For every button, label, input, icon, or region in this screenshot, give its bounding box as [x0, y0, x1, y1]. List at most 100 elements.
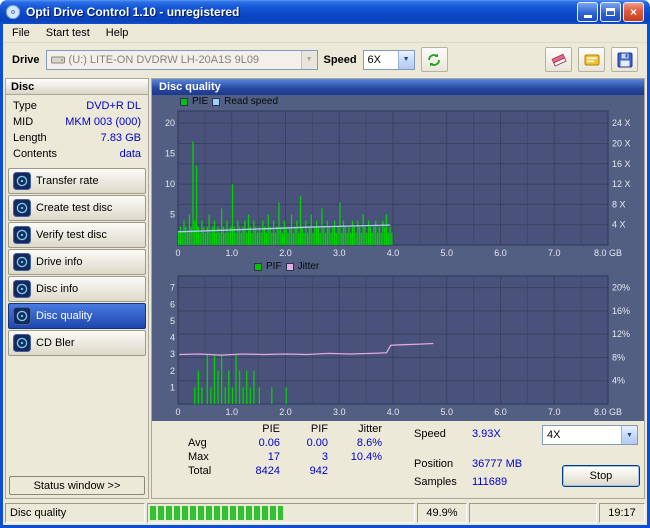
svg-text:6.0: 6.0	[494, 248, 507, 258]
app-icon	[5, 4, 21, 20]
drive-select-arrow-icon[interactable]: ▼	[300, 50, 317, 69]
progress-bar	[147, 503, 415, 523]
disc-quality-icon	[13, 307, 31, 325]
report-button[interactable]	[578, 47, 605, 72]
cd-bler-icon	[13, 334, 31, 352]
stats-row-max-label: Max	[188, 451, 209, 463]
sidebar-button-transfer-rate[interactable]: Transfer rate	[8, 168, 146, 194]
menu-help[interactable]: Help	[98, 25, 137, 41]
svg-text:15: 15	[165, 149, 175, 159]
svg-text:0: 0	[175, 407, 180, 417]
drive-label: Drive	[12, 53, 40, 66]
save-button[interactable]	[611, 47, 638, 72]
svg-text:3.0: 3.0	[333, 248, 346, 258]
stop-button[interactable]: Stop	[562, 465, 640, 487]
svg-text:4%: 4%	[612, 376, 625, 386]
speed-select-arrow-icon[interactable]: ▼	[397, 50, 414, 69]
maximize-button[interactable]	[600, 2, 621, 22]
svg-text:5.0: 5.0	[440, 248, 453, 258]
svg-text:1: 1	[170, 382, 175, 392]
max-pif-value: 3	[321, 451, 328, 463]
disc-panel: Disc Type DVD+R DL MID MKM 003 (000) Lengt…	[5, 78, 149, 499]
svg-text:2.0: 2.0	[279, 248, 292, 258]
svg-text:5: 5	[170, 316, 175, 326]
content-area: Disc Type DVD+R DL MID MKM 003 (000) Lengt…	[3, 76, 647, 501]
erase-disc-button[interactable]	[545, 47, 572, 72]
drive-info-icon	[13, 253, 31, 271]
disc-info: Type DVD+R DL MID MKM 003 (000) Length 7.83…	[6, 95, 148, 167]
disc-contents-label: Contents	[13, 148, 58, 160]
svg-text:20%: 20%	[612, 283, 630, 293]
speed-stat-value: 3.93X	[472, 428, 501, 440]
minimize-button[interactable]	[577, 2, 598, 22]
status-window-button[interactable]: Status window >>	[9, 476, 145, 495]
transfer-rate-icon	[13, 172, 31, 190]
stats-row-total-label: Total	[188, 465, 212, 477]
pie-chart-legend: PIE Read speed	[180, 95, 642, 108]
svg-text:8 X: 8 X	[612, 199, 626, 209]
stats-col-jitter: Jitter	[358, 423, 382, 435]
svg-text:7.0: 7.0	[548, 248, 561, 258]
speed-stat-label: Speed	[414, 428, 446, 440]
stats-col-pif: PIF	[310, 423, 328, 435]
disc-mid-value: MKM 003 (000)	[65, 116, 141, 128]
eraser-icon	[550, 51, 568, 69]
pie-read-speed-chart: 5 10 15 20 4 X 8 X 12 X 16 X 20 X 24 X 0 1.0 2.0 3.0 4…	[165, 110, 631, 258]
pif-legend-label: PIF	[266, 261, 282, 272]
svg-text:0: 0	[175, 248, 180, 258]
jitter-legend-swatch	[285, 262, 294, 271]
pie-legend-swatch	[180, 97, 188, 106]
sidebar-button-label: Disc quality	[36, 310, 93, 322]
menu-file[interactable]: File	[4, 25, 38, 41]
disc-info-row: Contents data	[13, 148, 141, 160]
svg-text:5: 5	[170, 210, 175, 220]
sidebar-button-drive-info[interactable]: Drive info	[8, 249, 146, 275]
read-speed-select[interactable]: 4X ▼	[542, 425, 638, 445]
stats-area: PIE PIF Jitter Avg 0.06 0.00 8.6% Max 17…	[152, 421, 644, 498]
sidebar-button-create-test-disc[interactable]: Create test disc	[8, 195, 146, 221]
pie-legend-label: PIE	[192, 96, 209, 107]
read-speed-legend-swatch	[212, 97, 221, 106]
sidebar-button-disc-quality[interactable]: Disc quality	[8, 303, 146, 329]
speed-select[interactable]: 6X ▼	[362, 49, 415, 70]
sidebar-button-cd-bler[interactable]: CD Bler	[8, 330, 146, 356]
disc-info-row: Length 7.83 GB	[13, 132, 141, 144]
sidebar-button-label: Create test disc	[36, 202, 113, 214]
window-title: Opti Drive Control 1.10 - unregistered	[26, 5, 240, 19]
progress-percent: 49.9%	[417, 503, 467, 523]
pif-chart-legend: PIF Jitter	[254, 260, 642, 273]
progress-bar-fill	[150, 506, 283, 520]
disc-length-label: Length	[13, 132, 47, 144]
svg-text:6.0: 6.0	[494, 407, 507, 417]
minimize-icon	[583, 15, 592, 18]
close-button[interactable]: ×	[623, 2, 644, 22]
drive-select[interactable]: (U:) LITE-ON DVDRW LH-20A1S 9L09 ▼	[45, 49, 318, 70]
samples-stat-value: 111689	[472, 476, 508, 488]
read-speed-legend-label: Read speed	[224, 96, 279, 107]
maximize-icon	[606, 8, 615, 16]
svg-text:6: 6	[170, 299, 175, 309]
toolbar: Drive (U:) LITE-ON DVDRW LH-20A1S 9L09 ▼…	[3, 43, 647, 76]
svg-text:7: 7	[170, 283, 175, 293]
svg-text:10: 10	[165, 179, 175, 189]
svg-text:16 X: 16 X	[612, 159, 631, 169]
svg-text:12%: 12%	[612, 329, 630, 339]
svg-text:3: 3	[170, 349, 175, 359]
svg-text:4.0: 4.0	[387, 407, 400, 417]
disc-info-row: MID MKM 003 (000)	[13, 116, 141, 128]
refresh-speeds-button[interactable]	[420, 47, 448, 72]
disc-type-label: Type	[13, 100, 37, 112]
svg-text:5.0: 5.0	[440, 407, 453, 417]
chart-zone: PIE Read speed 5 10 15 20 4 X8 X 12 X 16 X 20 X…	[152, 95, 644, 421]
sidebar-button-verify-test-disc[interactable]: Verify test disc	[8, 222, 146, 248]
drive-icon	[50, 55, 65, 65]
read-speed-select-arrow-icon[interactable]: ▼	[621, 426, 637, 444]
main-panel-header: Disc quality	[152, 79, 644, 95]
disc-panel-header: Disc	[6, 79, 148, 95]
avg-pie-value: 0.06	[258, 437, 280, 449]
speed-select-value: 6X	[367, 53, 382, 66]
menu-start-test[interactable]: Start test	[38, 25, 98, 41]
jitter-legend-label: Jitter	[297, 261, 320, 272]
sidebar-button-disc-info[interactable]: Disc info	[8, 276, 146, 302]
svg-text:12 X: 12 X	[612, 179, 631, 189]
